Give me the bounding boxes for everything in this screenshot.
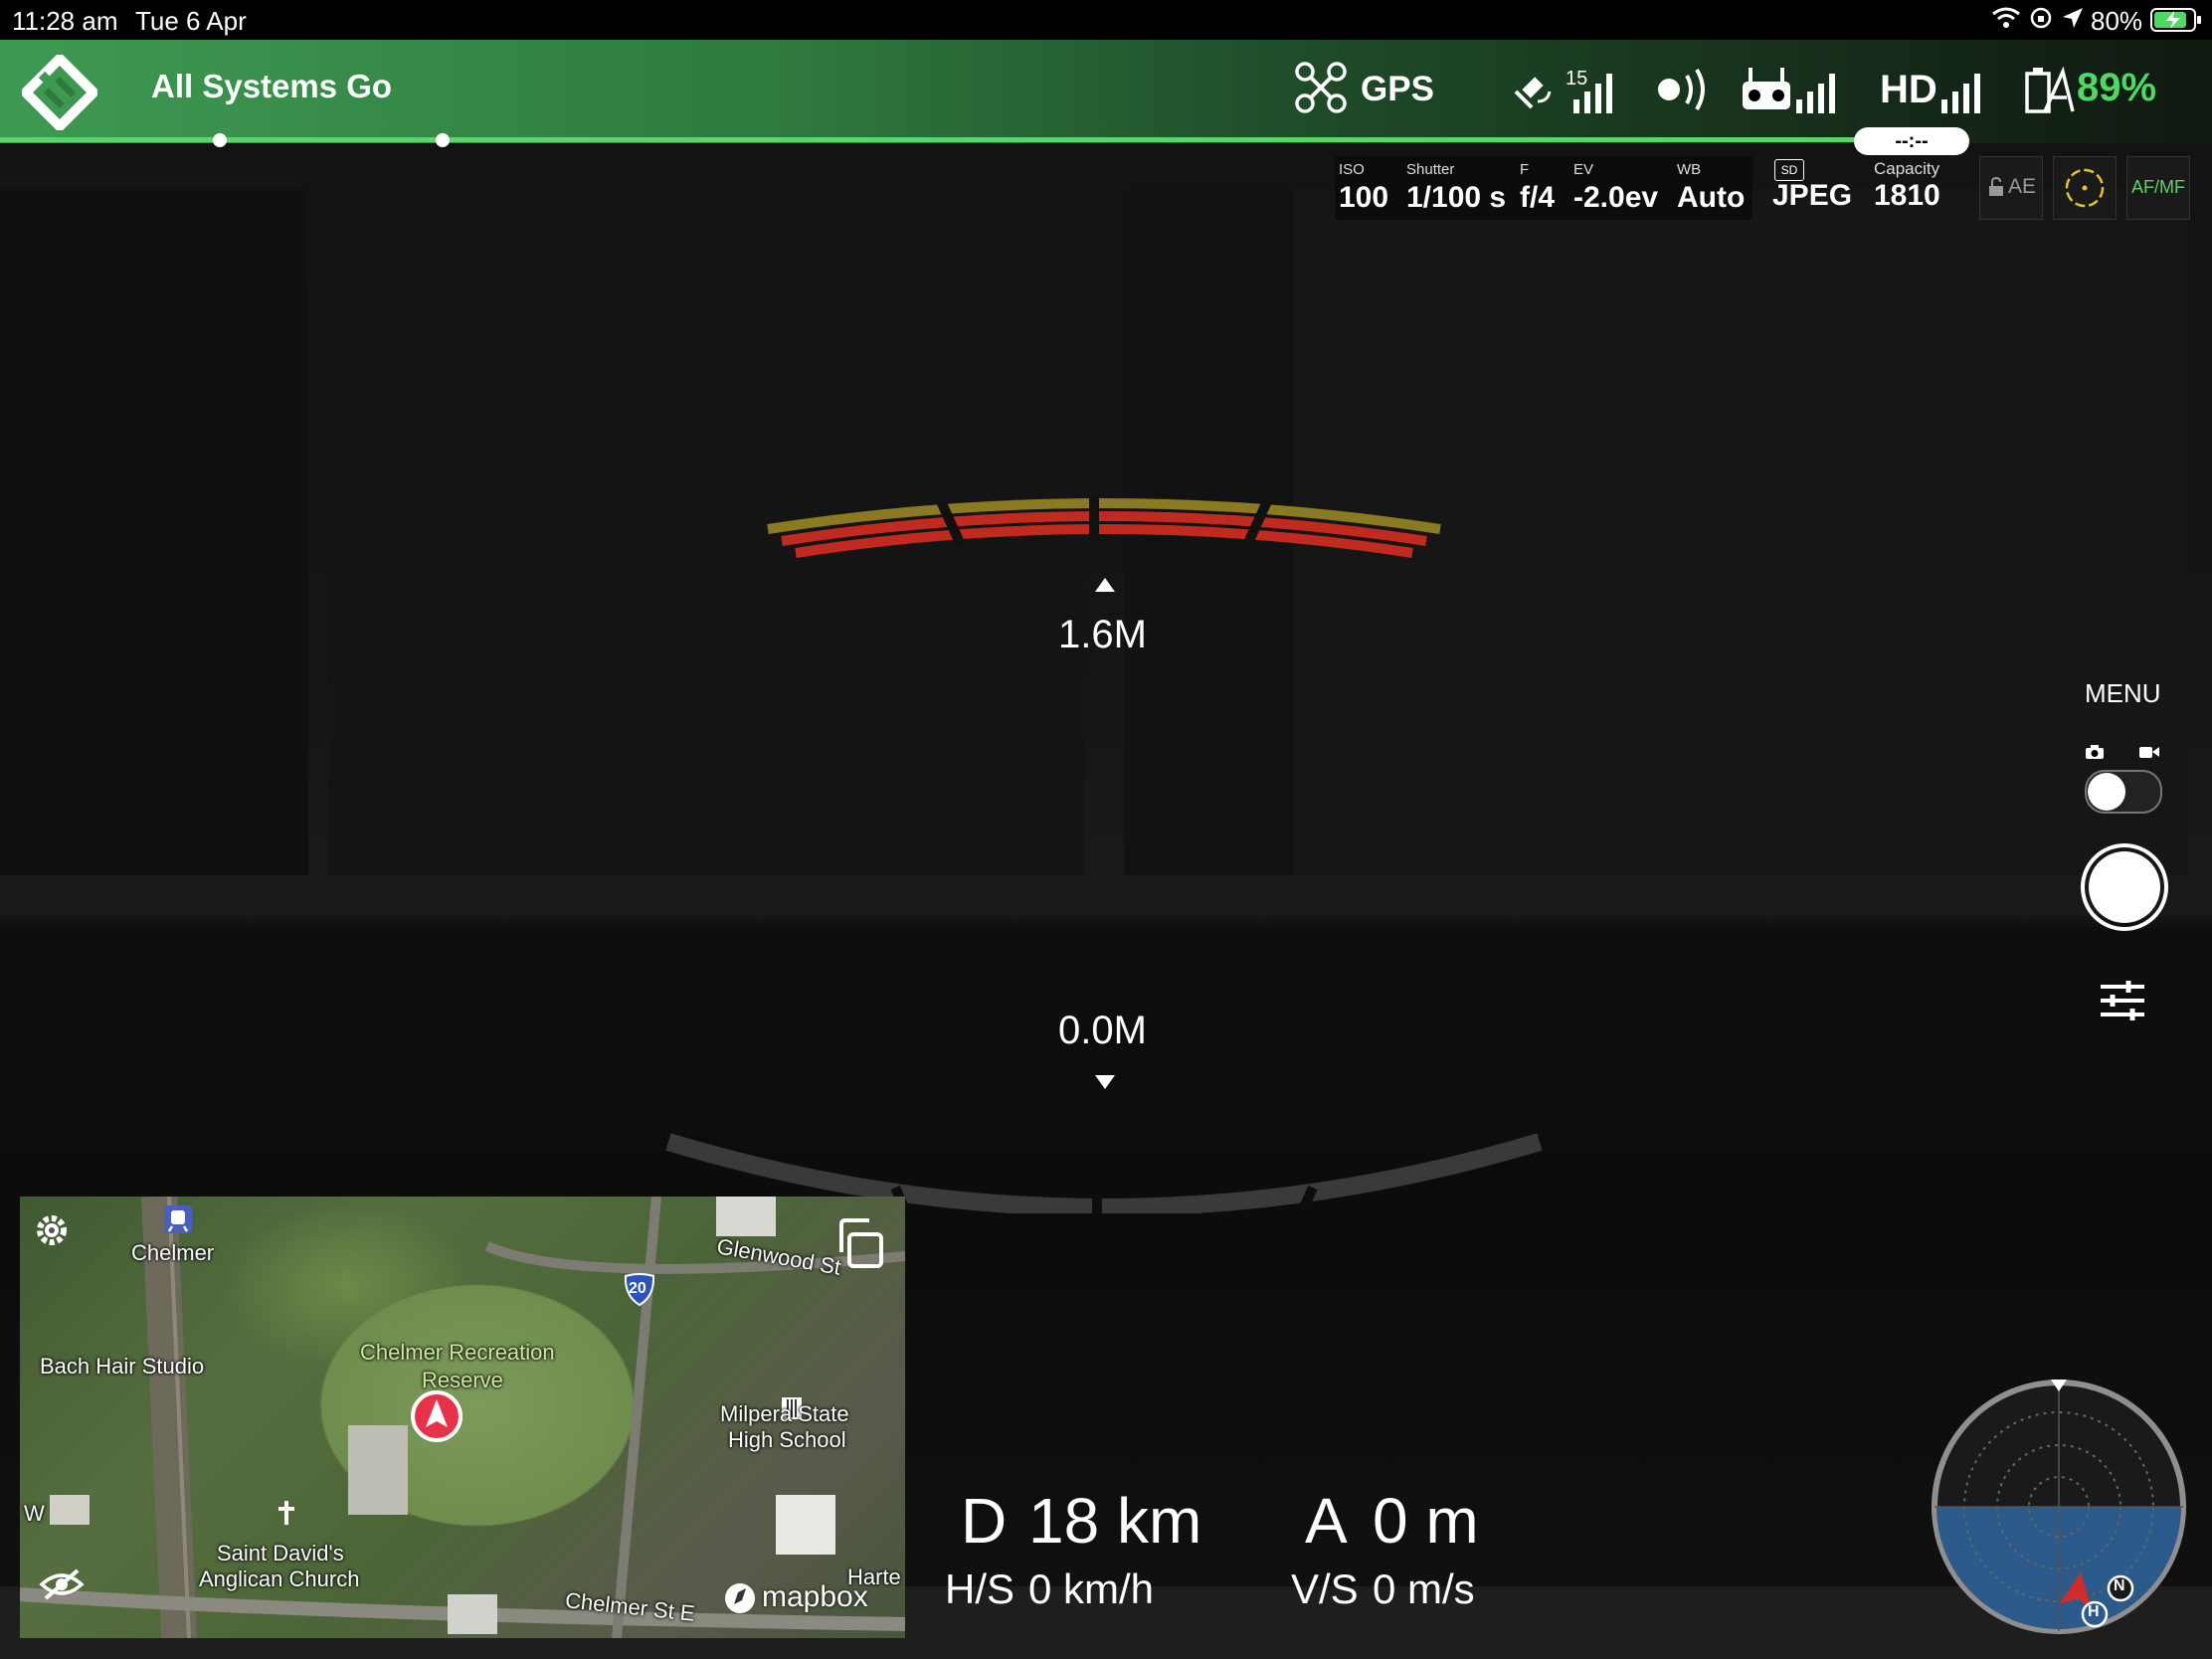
satellite-icon (1512, 62, 1562, 118)
north-indicator: N (2114, 1577, 2125, 1594)
capacity-label: Capacity (1874, 159, 1940, 178)
home-point-indicator: H (2088, 1603, 2100, 1620)
shutter-value[interactable]: 1/100 s (1406, 181, 1506, 215)
ae-lock-label: AE (2008, 175, 2037, 198)
vertical-speed-label: V/S (1291, 1566, 1359, 1612)
distance-label: D (961, 1485, 1008, 1557)
attitude-compass[interactable]: N H (1930, 1378, 2188, 1636)
down-arrow-icon (1094, 1074, 1116, 1095)
clock: 11:28 am (12, 6, 118, 36)
horizontal-speed-label: H/S (945, 1566, 1015, 1612)
capacity-value: 1810 (1874, 179, 1940, 212)
ev-label: EV (1573, 161, 1594, 178)
video-link-label: HD (1880, 68, 1937, 111)
wb-label: WB (1677, 161, 1702, 178)
battery-marker (436, 133, 450, 147)
upper-obstacle-distance: 1.6M (1058, 613, 1147, 656)
shutter-button-core (2089, 851, 2160, 923)
battery-charging-icon (2150, 7, 2202, 40)
aperture-value[interactable]: f/4 (1520, 181, 1555, 215)
shutter-label: Shutter (1406, 161, 1455, 178)
aircraft-battery-icon (2023, 64, 2075, 120)
map-label-saint-2: Anglican Church (199, 1567, 360, 1591)
af-mf-label: AF/MF (2131, 177, 2185, 197)
orientation-lock-icon (2029, 6, 2053, 37)
video-signal-bars-icon (1939, 64, 1991, 120)
map-label-chelmer: Chelmer (131, 1240, 215, 1265)
system-status-text[interactable]: All Systems Go (151, 68, 392, 105)
hide-map-eye-icon[interactable] (38, 1567, 86, 1607)
drone-icon (1295, 62, 1347, 118)
route-shield-icon: 20 (623, 1272, 656, 1307)
vision-sensor-icon[interactable] (1655, 66, 1721, 118)
altitude-value: 0 m (1373, 1485, 1479, 1557)
mapbox-attribution[interactable]: mapbox (762, 1580, 868, 1614)
app-logo-icon[interactable] (18, 51, 101, 134)
wifi-icon (1991, 6, 2021, 37)
church-icon (275, 1499, 298, 1532)
camera-settings-sliders-icon[interactable] (2099, 979, 2146, 1027)
mini-map[interactable]: Chelmer Glenwood St 20 Chelmer Recreatio… (20, 1197, 905, 1638)
map-expand-icon[interactable] (831, 1216, 885, 1275)
ev-value[interactable]: -2.0ev (1573, 181, 1658, 215)
aircraft-position-icon (410, 1389, 463, 1448)
map-label-west: W (24, 1501, 45, 1526)
map-settings-gear-icon[interactable] (32, 1210, 72, 1255)
map-label-saint-1: Saint David's (217, 1541, 344, 1566)
vertical-speed-value: 0 m/s (1373, 1566, 1475, 1612)
unlock-icon (1988, 176, 2004, 202)
train-station-icon (163, 1204, 193, 1239)
spot-metering-icon (2064, 167, 2106, 214)
photo-mode-icon (2085, 744, 2105, 765)
metering-button[interactable] (2053, 156, 2117, 220)
upper-obstacle-indicator (756, 487, 1452, 572)
remote-controller-icon (1741, 64, 1792, 120)
map-label-milpera-1: Milpera State (720, 1401, 849, 1426)
map-label-bach: Bach Hair Studio (40, 1354, 205, 1379)
date: Tue 6 Apr (135, 6, 247, 36)
aperture-label: F (1520, 161, 1530, 178)
gps-mode-label[interactable]: GPS (1361, 70, 1434, 109)
remaining-flight-time: --:-- (1854, 127, 1969, 155)
route-number: 20 (629, 1280, 646, 1297)
altitude-label: A (1305, 1485, 1348, 1557)
lower-obstacle-distance: 0.0M (1058, 1009, 1147, 1052)
photo-format-value[interactable]: JPEG (1772, 179, 1852, 213)
ae-lock-button[interactable]: AE (1979, 156, 2043, 220)
aircraft-battery-percent[interactable]: 89% (2077, 66, 2156, 110)
video-mode-icon (2138, 744, 2160, 765)
battery-percent: 80% (2091, 6, 2143, 36)
distance-value: 18 km (1028, 1485, 1202, 1557)
toggle-knob (2088, 773, 2125, 811)
battery-marker (213, 133, 227, 147)
focus-mode-button[interactable]: AF/MF (2126, 156, 2190, 220)
location-arrow-icon (2061, 6, 2085, 37)
sd-card-icon: SD (1774, 159, 1804, 181)
rc-signal-bars-icon (1794, 64, 1846, 120)
up-arrow-icon (1094, 577, 1116, 598)
map-label-recreation-1: Chelmer Recreation (360, 1340, 555, 1365)
horizontal-speed-value: 0 km/h (1028, 1566, 1155, 1612)
wb-value[interactable]: Auto (1677, 181, 1745, 215)
system-status-bar: 11:28 am Tue 6 Apr 80% (0, 0, 2212, 40)
iso-value[interactable]: 100 (1339, 181, 1388, 215)
map-label-milpera-2: High School (728, 1427, 846, 1452)
iso-label: ISO (1339, 161, 1365, 178)
menu-button[interactable]: MENU (2085, 678, 2161, 709)
mapbox-logo-icon (722, 1580, 758, 1621)
satellite-signal-bars-icon (1571, 64, 1623, 120)
battery-time-bar (0, 137, 1870, 142)
